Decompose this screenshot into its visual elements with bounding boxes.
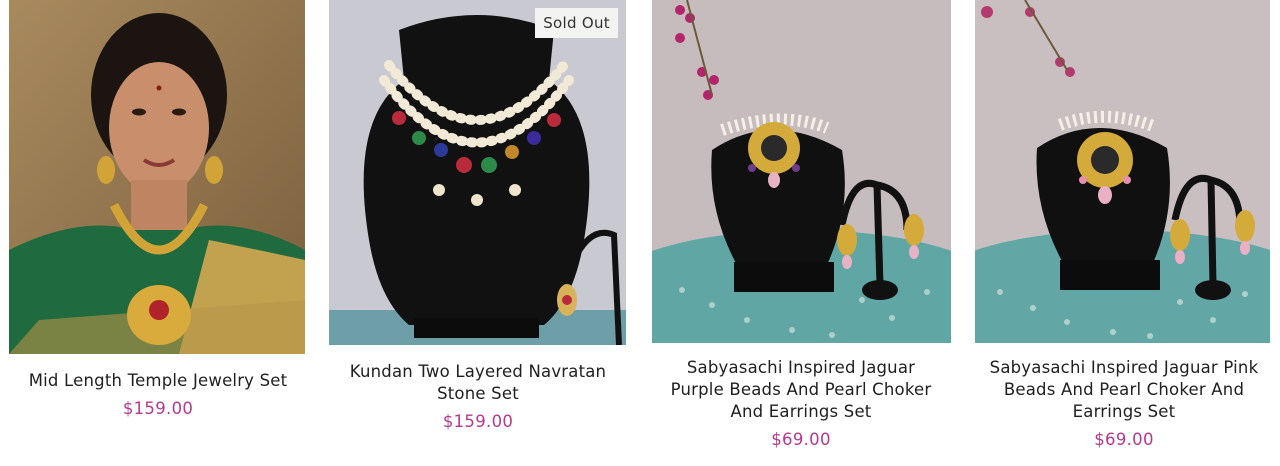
product-price: $69.00 bbox=[1094, 430, 1154, 449]
product-title[interactable]: Mid Length Temple Jewelry Set bbox=[9, 370, 307, 392]
product-image-link[interactable]: Sold Out bbox=[329, 0, 626, 345]
product-image bbox=[9, 0, 305, 354]
product-price: $159.00 bbox=[122, 399, 194, 418]
product-card[interactable]: Mid Length Temple Jewelry Set $159.00 bbox=[9, 0, 307, 420]
sold-out-badge: Sold Out bbox=[535, 8, 618, 38]
product-card[interactable]: Sabyasachi Inspired Jaguar Purple Beads … bbox=[652, 0, 951, 451]
product-price: $69.00 bbox=[771, 430, 831, 449]
product-image bbox=[329, 0, 626, 345]
product-image-link[interactable] bbox=[652, 0, 951, 343]
product-image-link[interactable] bbox=[9, 0, 305, 354]
product-image-link[interactable] bbox=[975, 0, 1270, 343]
product-card[interactable]: Sold Out Kundan Two Layered Navratan Sto… bbox=[329, 0, 627, 433]
product-grid: Mid Length Temple Jewelry Set $159.00 So… bbox=[0, 0, 1280, 466]
product-title[interactable]: Kundan Two Layered Navratan Stone Set bbox=[329, 361, 627, 405]
product-image bbox=[652, 0, 951, 343]
product-image bbox=[975, 0, 1270, 343]
product-title[interactable]: Sabyasachi Inspired Jaguar Pink Beads An… bbox=[975, 357, 1273, 423]
product-price: $159.00 bbox=[442, 412, 514, 431]
product-card[interactable]: Sabyasachi Inspired Jaguar Pink Beads An… bbox=[975, 0, 1273, 451]
product-title[interactable]: Sabyasachi Inspired Jaguar Purple Beads … bbox=[652, 357, 950, 423]
